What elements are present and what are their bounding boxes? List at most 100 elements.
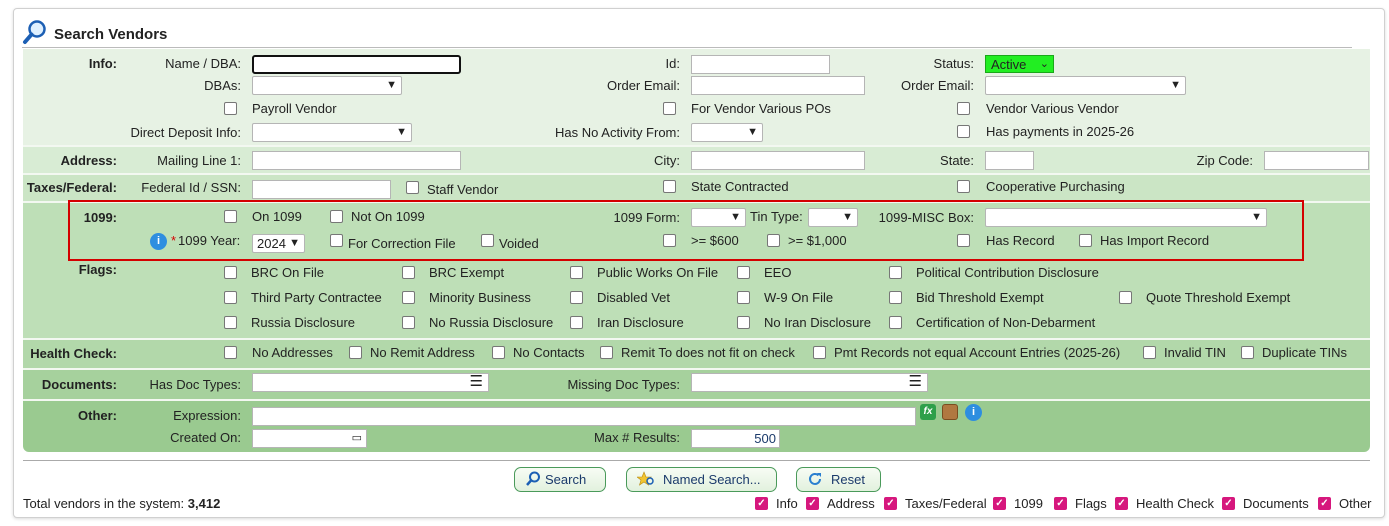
max-results-input[interactable]: 500 [691,429,780,448]
id-input[interactable] [691,55,830,74]
order-email-label: Order Email: [607,78,680,93]
search-button[interactable]: Search [514,467,606,492]
info-icon[interactable]: i [965,404,982,421]
flag-third-party-contractee-checkbox[interactable] [224,291,237,304]
flag-brc-exempt-checkbox[interactable] [402,266,415,279]
dbas-select[interactable]: ▼ [252,76,402,95]
flag-iran-disclosure-checkbox[interactable] [570,316,583,329]
health-remit-not-fit-checkbox[interactable] [600,346,613,359]
flag-brc-on-file-checkbox[interactable] [224,266,237,279]
health-no-addresses-checkbox[interactable] [224,346,237,359]
health-no-contacts-checkbox[interactable] [492,346,505,359]
id-label: Id: [665,56,680,71]
zip-input[interactable] [1264,151,1369,170]
toggle-health-check-checkbox[interactable]: ✓ [1115,497,1128,510]
flag-no-iran-disclosure-label: No Iran Disclosure [764,315,871,330]
status-select[interactable]: Active ⌄ [985,55,1054,73]
flag-non-debarment-checkbox[interactable] [889,316,902,329]
flag-no-iran-disclosure-checkbox[interactable] [737,316,750,329]
flag-political-contribution-label: Political Contribution Disclosure [916,265,1099,280]
state-contracted-label: State Contracted [691,179,789,194]
status-label: Status: [933,56,974,71]
toggle-address-checkbox[interactable]: ✓ [806,497,819,510]
highlight-box [68,200,1304,261]
toggle-flags-label: Flags [1075,496,1107,511]
flag-w9-on-file-checkbox[interactable] [737,291,750,304]
vendor-various-label: Vendor Various Vendor [986,101,1119,116]
health-no-remit-address-checkbox[interactable] [349,346,362,359]
flag-quote-threshold-exempt-checkbox[interactable] [1119,291,1132,304]
search-magnifier-icon [23,20,46,44]
has-doc-types-input[interactable]: ☰ [252,373,489,392]
flag-minority-business-label: Minority Business [429,290,531,305]
toggle-address-label: Address [827,496,875,511]
order-email-select[interactable]: ▼ [985,76,1186,95]
has-doc-types-label: Has Doc Types: [149,377,241,392]
toggle-documents-checkbox[interactable]: ✓ [1222,497,1235,510]
state-contracted-checkbox[interactable] [663,180,676,193]
vendor-various-checkbox[interactable] [957,102,970,115]
toggle-1099-checkbox[interactable]: ✓ [993,497,1006,510]
mailing-line-input[interactable] [252,151,461,170]
name-dba-input[interactable] [252,55,461,74]
fed-id-input[interactable] [252,180,391,199]
for-vendor-various-checkbox[interactable] [663,102,676,115]
flag-bid-threshold-exempt-checkbox[interactable] [889,291,902,304]
flag-non-debarment-label: Certification of Non-Debarment [916,315,1096,330]
health-remit-not-fit-label: Remit To does not fit on check [621,345,795,360]
menu-icon[interactable]: ☰ [470,373,483,391]
coop-checkbox[interactable] [957,180,970,193]
health-duplicate-tins-checkbox[interactable] [1241,346,1254,359]
flag-iran-disclosure-label: Iran Disclosure [597,315,684,330]
reset-button[interactable]: Reset [796,467,881,492]
chevron-down-icon: ▼ [386,79,397,91]
health-pmt-records-mismatch-checkbox[interactable] [813,346,826,359]
flag-russia-disclosure-checkbox[interactable] [224,316,237,329]
coop-label: Cooperative Purchasing [986,179,1125,194]
flag-minority-business-checkbox[interactable] [402,291,415,304]
city-input[interactable] [691,151,865,170]
expression-input[interactable] [252,407,916,426]
toggle-other-label: Other [1339,496,1372,511]
flag-public-works-checkbox[interactable] [570,266,583,279]
staff-vendor-label: Staff Vendor [427,182,499,197]
max-results-label: Max # Results: [594,430,680,445]
flag-eeo-label: EEO [764,265,792,280]
state-label: State: [940,153,974,168]
flag-disabled-vet-checkbox[interactable] [570,291,583,304]
flag-eeo-checkbox[interactable] [737,266,750,279]
status-value: Active [991,57,1027,72]
order-email-select-label: Order Email: [901,78,974,93]
function-icon[interactable]: fx [920,404,936,420]
named-search-button[interactable]: Named Search... [626,467,777,492]
documents-section-label: Documents: [41,377,117,392]
no-activity-select[interactable]: ▼ [691,123,763,142]
payroll-vendor-checkbox[interactable] [224,102,237,115]
toggle-taxes-federal-checkbox[interactable]: ✓ [884,497,897,510]
menu-icon[interactable]: ☰ [909,373,922,391]
calendar-icon[interactable]: ▭ [352,430,362,447]
flag-bid-threshold-exempt-label: Bid Threshold Exempt [916,290,1044,305]
chevron-down-icon: ▼ [1170,79,1181,91]
created-on-input[interactable]: ▭ [252,429,367,448]
health-invalid-tin-checkbox[interactable] [1143,346,1156,359]
has-payments-label: Has payments in 2025-26 [986,124,1135,139]
flag-no-russia-disclosure-checkbox[interactable] [402,316,415,329]
package-icon[interactable] [942,404,958,420]
mailing-line-label: Mailing Line 1: [157,153,241,168]
chevron-down-icon: ▼ [396,126,407,138]
state-input[interactable] [985,151,1034,170]
order-email-input[interactable] [691,76,865,95]
missing-doc-types-label: Missing Doc Types: [567,377,680,392]
zip-label: Zip Code: [1196,153,1253,168]
dbas-label: DBAs: [204,78,241,93]
flag-third-party-contractee-label: Third Party Contractee [251,290,382,305]
staff-vendor-checkbox[interactable] [406,181,419,194]
flag-political-contribution-checkbox[interactable] [889,266,902,279]
has-payments-checkbox[interactable] [957,125,970,138]
toggle-other-checkbox[interactable]: ✓ [1318,497,1331,510]
toggle-info-checkbox[interactable]: ✓ [755,497,768,510]
direct-deposit-select[interactable]: ▼ [252,123,412,142]
missing-doc-types-input[interactable]: ☰ [691,373,928,392]
toggle-flags-checkbox[interactable]: ✓ [1054,497,1067,510]
